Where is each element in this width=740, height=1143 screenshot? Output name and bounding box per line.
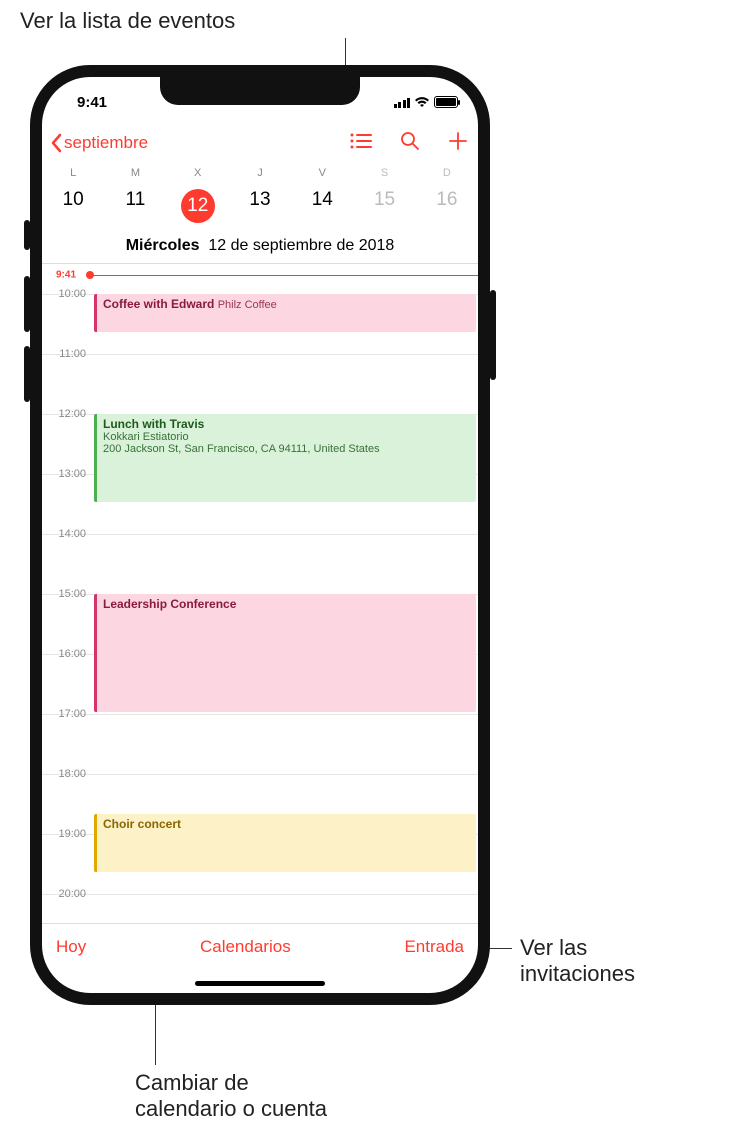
calendars-button[interactable]: Calendarios [200, 937, 291, 957]
hour-label: 14:00 [46, 528, 86, 540]
battery-icon [434, 96, 458, 108]
day-cell[interactable]: 13 [229, 185, 291, 227]
search-icon [400, 131, 420, 151]
hour-label: 20:00 [46, 888, 86, 900]
callout-calendars: Cambiar de calendario o cuenta [135, 1070, 327, 1122]
hour-label: 11:00 [46, 348, 86, 360]
bottom-toolbar: Hoy Calendarios Entrada [42, 924, 478, 970]
event-title: Choir concert [103, 817, 470, 831]
day-timeline[interactable]: 9:4110:0011:0012:0013:0014:0015:0016:001… [42, 264, 478, 924]
day-cell[interactable]: 14 [291, 185, 353, 227]
back-button[interactable]: septiembre [50, 133, 148, 153]
date-full: 12 de septiembre de 2018 [208, 237, 394, 254]
weekday-label: X [167, 167, 229, 179]
day-cell[interactable]: 16 [416, 185, 478, 227]
hour-label: 12:00 [46, 408, 86, 420]
callout-event-list: Ver la lista de eventos [20, 8, 235, 34]
date-weekday: Miércoles [126, 237, 200, 254]
selected-date-label: Miércoles 12 de septiembre de 2018 [42, 237, 478, 264]
now-indicator-line [88, 275, 478, 276]
now-indicator-dot [86, 271, 94, 279]
day-cell[interactable]: 15 [353, 185, 415, 227]
weekday-label: L [42, 167, 104, 179]
status-indicators [394, 90, 459, 108]
day-cell[interactable]: 12 [167, 185, 229, 227]
nav-bar: septiembre [42, 121, 478, 165]
event-title: Leadership Conference [103, 597, 470, 611]
week-day-row: 10111213141516 [42, 181, 478, 237]
hour-gridline: 17:00 [42, 714, 478, 774]
hour-label: 10:00 [46, 288, 86, 300]
calendar-event[interactable]: Leadership Conference [94, 594, 476, 712]
weekday-label: D [416, 167, 478, 179]
inbox-button[interactable]: Entrada [404, 937, 464, 957]
calendar-event[interactable]: Choir concert [94, 814, 476, 872]
day-cell[interactable]: 11 [104, 185, 166, 227]
phone-power [490, 290, 496, 380]
weekday-label: V [291, 167, 353, 179]
day-cell[interactable]: 10 [42, 185, 104, 227]
hour-label: 19:00 [46, 828, 86, 840]
phone-frame: 9:41 septiembre [30, 65, 490, 1005]
hour-gridline: 14:00 [42, 534, 478, 594]
plus-icon [448, 131, 468, 151]
cellular-icon [394, 97, 411, 108]
weekday-label: S [353, 167, 415, 179]
weekday-label: J [229, 167, 291, 179]
home-indicator[interactable] [195, 981, 325, 986]
add-event-button[interactable] [448, 131, 468, 156]
chevron-left-icon [50, 133, 62, 153]
wifi-icon [414, 96, 430, 108]
now-indicator-label: 9:41 [56, 269, 76, 280]
calendar-event[interactable]: Coffee with Edward Philz Coffee [94, 294, 476, 332]
hour-gridline: 20:00 [42, 894, 478, 924]
phone-notch [160, 77, 360, 105]
calendar-event[interactable]: Lunch with TravisKokkari Estiatorio 200 … [94, 414, 476, 502]
hour-label: 16:00 [46, 648, 86, 660]
today-button[interactable]: Hoy [56, 937, 86, 957]
weekday-label: M [104, 167, 166, 179]
hour-label: 15:00 [46, 588, 86, 600]
hour-label: 18:00 [46, 768, 86, 780]
back-label: septiembre [64, 133, 148, 153]
list-icon [350, 132, 372, 150]
hour-label: 13:00 [46, 468, 86, 480]
list-view-button[interactable] [350, 132, 372, 155]
event-location: Kokkari Estiatorio 200 Jackson St, San F… [103, 431, 470, 455]
hour-label: 17:00 [46, 708, 86, 720]
week-day-labels: LMXJVSD [42, 165, 478, 181]
hour-gridline: 11:00 [42, 354, 478, 414]
status-time: 9:41 [62, 88, 122, 111]
search-button[interactable] [400, 131, 420, 156]
event-title: Lunch with Travis [103, 417, 470, 431]
callout-invitations: Ver las invitaciones [520, 935, 635, 987]
